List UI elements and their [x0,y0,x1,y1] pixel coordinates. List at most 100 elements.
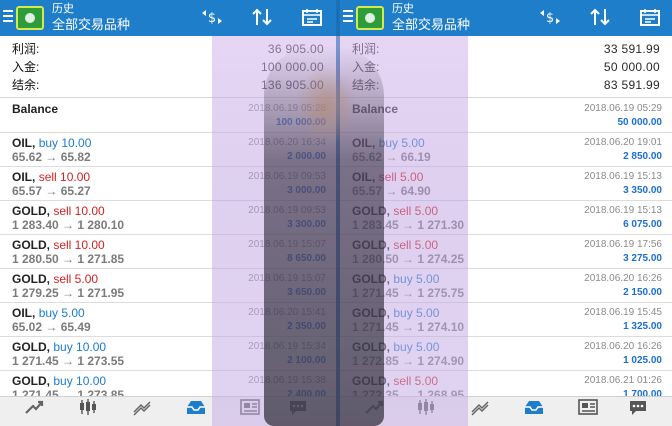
svg-text:$: $ [208,11,216,26]
deal-symbol: GOLD, [352,238,390,252]
chat-icon[interactable] [618,397,658,426]
deal-side: buy 5.00 [38,306,85,320]
summary-deposit: 入金: 50 000.00 [340,58,672,76]
deal-time: 2018.06.21 01:26 [584,375,662,386]
deal-time: 2018.06.20 16:34 [248,137,326,148]
news-icon[interactable] [568,397,608,426]
deal-time: 2018.06.20 16:26 [584,341,662,352]
deal-row[interactable]: Balance 2018.06.19 05:28 100 000.00 [0,99,336,133]
deal-row[interactable]: OIL, sell 10.00 65.57 → 65.27 2018.06.19… [0,167,336,201]
currency-exchange-icon[interactable]: $ [198,7,226,29]
trade-icon[interactable] [460,397,500,426]
deal-profit: 3 275.00 [623,253,662,264]
summary-label: 结余: [352,78,380,92]
deal-symbol: GOLD, [12,238,50,252]
deal-time: 2018.06.19 15:07 [248,239,326,250]
chart-icon[interactable] [68,397,108,426]
deal-profit: 3 300.00 [287,219,326,230]
deal-side: buy 10.00 [53,374,107,388]
summary-value: 83 591.99 [603,78,660,92]
deal-symbol: GOLD, [12,374,50,388]
deal-symbol: GOLD, [352,306,390,320]
deal-row[interactable]: GOLD, sell 5.00 1 280.50 → 1 274.25 2018… [340,235,672,269]
menu-icon[interactable] [343,10,353,26]
summary-value: 33 591.99 [603,42,660,56]
summary-profit: 利润: 33 591.99 [340,40,672,58]
app-header: 历史 全部交易品种 $ [0,0,336,36]
deal-side: sell 5.00 [393,204,439,218]
deal-row[interactable]: GOLD, buy 5.00 1 271.45 → 1 274.10 2018.… [340,303,672,337]
account-summary: 利润: 33 591.99 入金: 50 000.00 结余: 83 591.9… [340,36,672,98]
history-panel-left: 历史 全部交易品种 $ 利润: 36 905.00 入金: 100 000.00… [0,0,336,426]
calendar-icon[interactable] [298,7,326,29]
deal-symbol: Balance [12,102,59,116]
deal-time: 2018.06.20 19:01 [584,137,662,148]
deal-row[interactable]: GOLD, buy 5.00 1 271.45 → 1 275.75 2018.… [340,269,672,303]
deal-side: buy 5.00 [393,272,440,286]
header-title: 历史 [392,3,414,15]
deal-price: 1 279.25 → 1 271.95 [12,286,125,300]
svg-text:$: $ [546,11,554,26]
deal-symbol: OIL, [12,306,36,320]
bottom-toolbar [340,396,672,426]
sort-icon[interactable] [248,7,276,29]
deal-profit: 100 000.00 [275,117,326,128]
deal-time: 2018.06.19 15:38 [248,375,326,386]
deal-price: 1 280.50 → 1 271.85 [12,252,125,266]
deal-profit: 3 000.00 [287,185,326,196]
deal-price: 1 283.45 → 1 271.30 [352,218,465,232]
summary-value: 50 000.00 [603,60,660,74]
deal-row[interactable]: OIL, buy 5.00 65.02 → 65.49 2018.06.20 1… [0,303,336,337]
deal-profit: 2 350.00 [287,321,326,332]
quotes-icon[interactable] [354,397,394,426]
deal-time: 2018.06.20 16:26 [584,273,662,284]
deal-price: 65.62 → 66.19 [352,150,431,164]
deal-row[interactable]: GOLD, sell 5.00 1 283.45 → 1 271.30 2018… [340,201,672,235]
sort-icon[interactable] [586,7,614,29]
deal-price: 65.62 → 65.82 [12,150,91,164]
menu-icon[interactable] [3,10,13,26]
deal-side: sell 10.00 [38,170,91,184]
summary-value: 36 905.00 [267,42,324,56]
quotes-icon[interactable] [14,397,54,426]
deal-row[interactable]: Balance 2018.06.19 05:29 50 000.00 [340,99,672,133]
deal-profit: 2 850.00 [623,151,662,162]
deal-row[interactable]: GOLD, sell 5.00 1 279.25 → 1 271.95 2018… [0,269,336,303]
header-subtitle[interactable]: 全部交易品种 [392,17,470,33]
deal-row[interactable]: OIL, sell 5.00 65.57 → 64.90 2018.06.19 … [340,167,672,201]
chat-icon[interactable] [278,397,318,426]
header-title: 历史 [52,3,74,15]
deal-side: sell 5.00 [393,238,439,252]
deal-row[interactable]: OIL, buy 10.00 65.62 → 65.82 2018.06.20 … [0,133,336,167]
deal-row[interactable]: OIL, buy 5.00 65.62 → 66.19 2018.06.20 1… [340,133,672,167]
deal-side: buy 5.00 [378,136,425,150]
history-icon[interactable] [176,397,216,426]
deal-profit: 2 150.00 [623,287,662,298]
summary-deposit: 入金: 100 000.00 [0,58,336,76]
deal-row[interactable]: GOLD, buy 5.00 1 272.85 → 1 274.90 2018.… [340,337,672,371]
summary-label: 结余: [12,78,40,92]
deal-symbol: OIL, [352,170,376,184]
deal-time: 2018.06.19 15:07 [248,273,326,284]
chart-icon[interactable] [406,397,446,426]
deal-side: sell 10.00 [53,204,105,218]
summary-value: 136 905.00 [260,78,324,92]
trade-icon[interactable] [122,397,162,426]
deal-row[interactable]: GOLD, sell 10.00 1 283.40 → 1 280.10 201… [0,201,336,235]
news-icon[interactable] [230,397,270,426]
calendar-icon[interactable] [636,7,664,29]
deal-symbol: GOLD, [12,272,50,286]
history-icon[interactable] [514,397,554,426]
deal-symbol: OIL, [12,170,36,184]
deal-price: 65.57 → 65.27 [12,184,91,198]
header-subtitle[interactable]: 全部交易品种 [52,17,130,33]
deal-row[interactable]: GOLD, sell 10.00 1 280.50 → 1 271.85 201… [0,235,336,269]
deal-time: 2018.06.19 15:34 [248,341,326,352]
deal-time: 2018.06.20 15:41 [248,307,326,318]
deal-symbol: GOLD, [352,272,390,286]
deal-price: 1 271.45 → 1 275.75 [352,286,465,300]
summary-balance: 结余: 136 905.00 [0,76,336,94]
deal-row[interactable]: GOLD, buy 10.00 1 271.45 → 1 273.55 2018… [0,337,336,371]
app-header: 历史 全部交易品种 $ [340,0,672,36]
currency-exchange-icon[interactable]: $ [536,7,564,29]
